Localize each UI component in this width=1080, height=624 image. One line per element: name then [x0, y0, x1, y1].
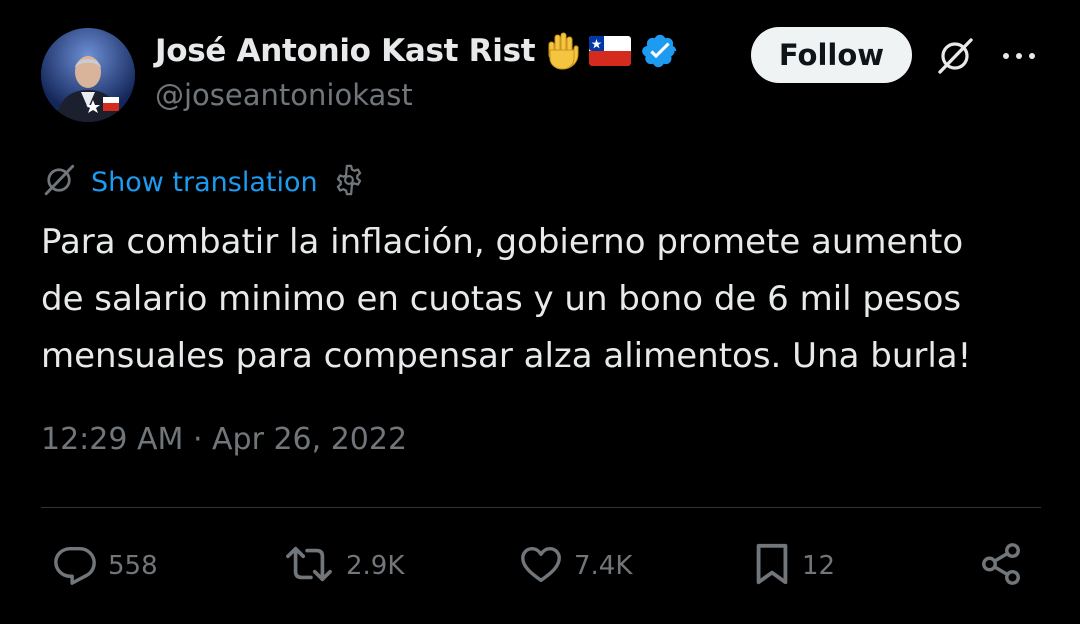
author-display-name[interactable]: José Antonio Kast Rist [155, 33, 536, 69]
divider [41, 507, 1041, 508]
settings-gear-icon[interactable] [332, 163, 366, 202]
retweet-count: 2.9K [346, 551, 405, 581]
tweet-date[interactable]: Apr 26, 2022 [212, 422, 407, 457]
bookmark-button[interactable]: 12 [752, 542, 835, 590]
translation-row: Show translation [41, 162, 366, 202]
share-icon [978, 541, 1024, 592]
like-button[interactable]: 7.4K [518, 542, 632, 590]
grok-icon[interactable] [933, 34, 977, 78]
more-options-icon[interactable] [997, 34, 1041, 78]
show-translation-link[interactable]: Show translation [91, 167, 318, 198]
bookmark-count: 12 [802, 551, 836, 581]
tweet-text-line: de salario minimo en cuotas y un bono de… [41, 279, 962, 319]
verified-badge-icon[interactable] [641, 32, 679, 70]
reply-button[interactable]: 558 [52, 542, 158, 590]
like-count: 7.4K [574, 551, 633, 581]
avatar[interactable] [41, 28, 135, 122]
retweet-button[interactable]: 2.9K [282, 542, 404, 590]
flag-chile-icon [589, 36, 632, 66]
raised-hand-emoji-icon [545, 32, 579, 70]
timestamp-separator: · [183, 422, 213, 457]
author-name-row[interactable]: José Antonio Kast Rist [155, 30, 679, 72]
share-button[interactable] [978, 542, 1024, 590]
reply-count: 558 [108, 551, 158, 581]
tweet-time[interactable]: 12:29 AM [41, 422, 183, 457]
heart-icon [518, 541, 564, 592]
author-handle[interactable]: @joseantoniokast [155, 78, 413, 112]
bookmark-icon [752, 541, 792, 592]
grok-translate-icon [41, 162, 77, 203]
tweet-text-line: Para combatir la inflación, gobierno pro… [41, 222, 964, 262]
retweet-icon [282, 541, 336, 592]
follow-button[interactable]: Follow [751, 27, 912, 83]
tweet-card: José Antonio Kast Rist @joseantoniokast … [0, 0, 1080, 624]
tweet-text: Para combatir la inflación, gobierno pro… [41, 214, 1051, 385]
tweet-text-line: mensuales para compensar alza alimentos.… [41, 336, 972, 376]
tweet-timestamp[interactable]: 12:29 AM · Apr 26, 2022 [41, 422, 407, 457]
reply-icon [52, 541, 98, 592]
